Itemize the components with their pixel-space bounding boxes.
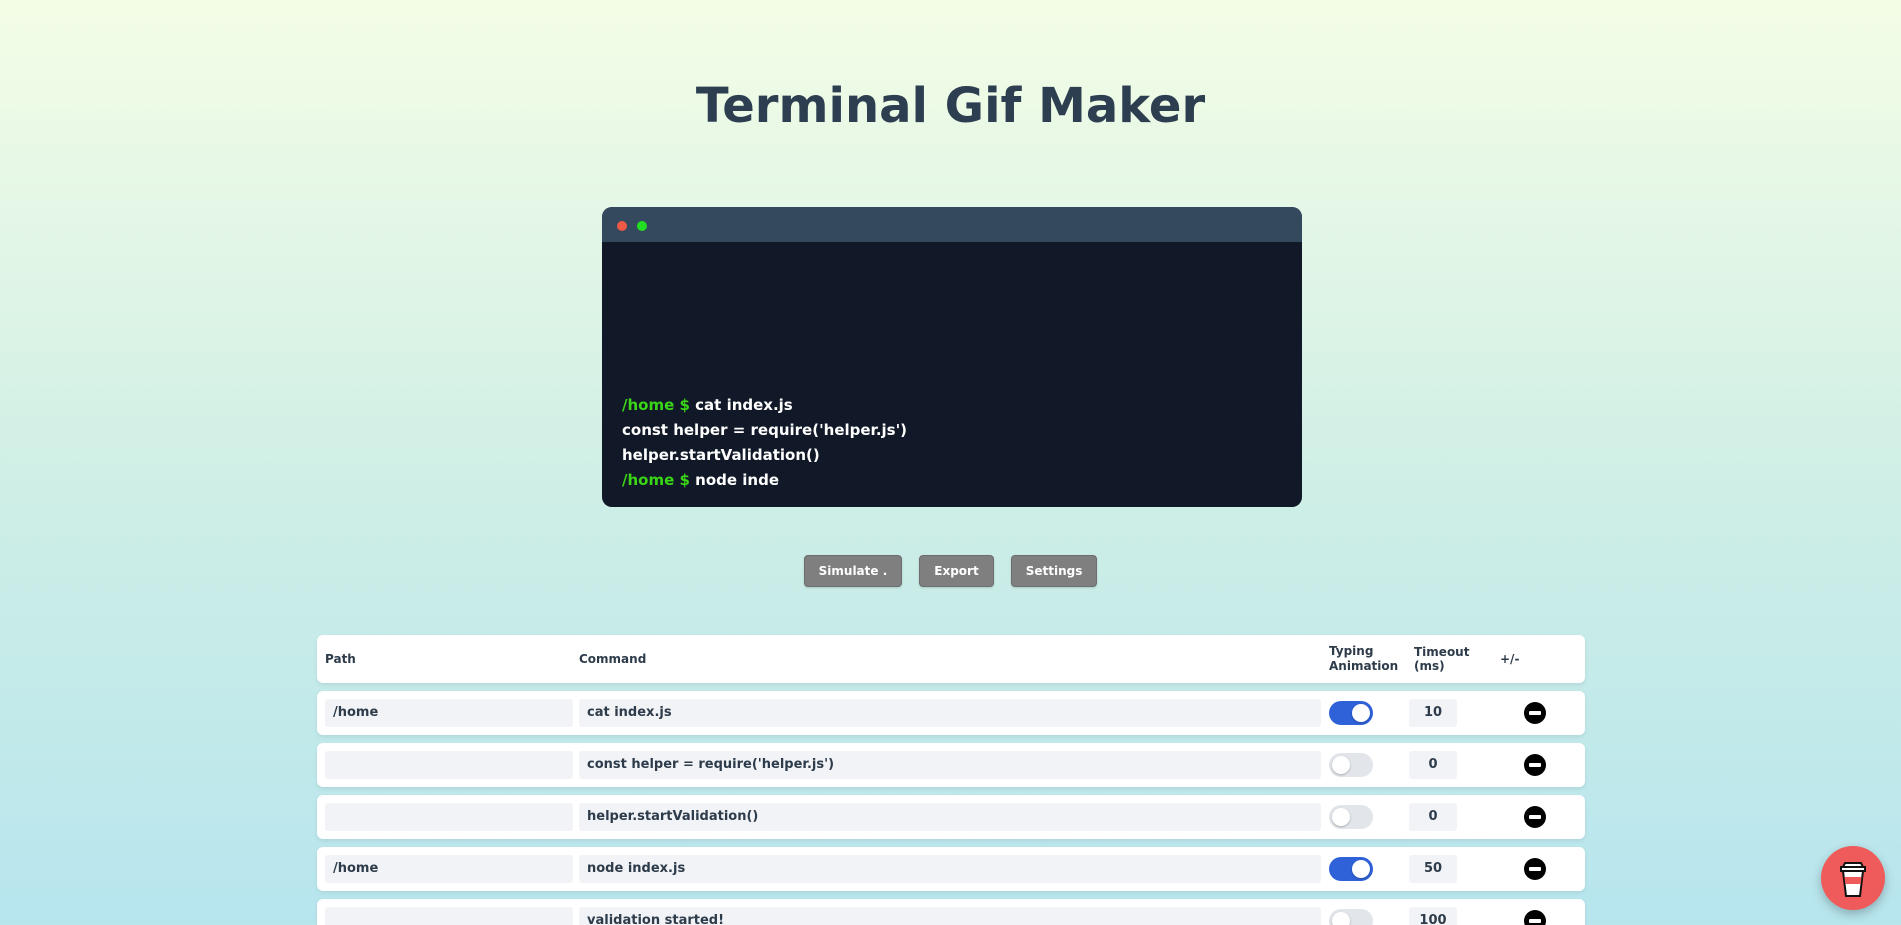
- path-input[interactable]: /home: [325, 699, 573, 727]
- remove-row-icon[interactable]: [1524, 702, 1546, 724]
- terminal-prompt: /home $: [622, 396, 690, 414]
- remove-row-icon[interactable]: [1524, 858, 1546, 880]
- timeout-input[interactable]: 50: [1409, 855, 1457, 883]
- terminal-output: /home $ cat index.js const helper = requ…: [622, 393, 1282, 493]
- path-input[interactable]: [325, 803, 573, 831]
- close-dot-icon: [617, 221, 627, 231]
- terminal-text: const helper = require('helper.js'): [622, 421, 908, 439]
- timeout-input[interactable]: 10: [1409, 699, 1457, 727]
- command-input[interactable]: const helper = require('helper.js'): [579, 751, 1321, 779]
- maximize-dot-icon: [637, 221, 647, 231]
- export-button[interactable]: Export: [919, 555, 994, 587]
- timeout-input[interactable]: 0: [1409, 751, 1457, 779]
- buy-me-a-coffee-button[interactable]: [1821, 846, 1885, 910]
- typing-animation-toggle[interactable]: [1329, 909, 1373, 925]
- terminal-preview: /home $ cat index.js const helper = requ…: [602, 207, 1302, 507]
- toggle-knob: [1352, 704, 1370, 722]
- table-row: const helper = require('helper.js') 0: [317, 743, 1585, 787]
- toggle-knob: [1352, 860, 1370, 878]
- terminal-text: cat index.js: [689, 396, 793, 414]
- header-typing-animation: Typing Animation: [1329, 644, 1399, 674]
- header-path: Path: [325, 652, 356, 666]
- typing-animation-toggle[interactable]: [1329, 805, 1373, 829]
- table-row: validation started! 100: [317, 899, 1585, 925]
- toggle-knob: [1332, 808, 1350, 826]
- terminal-text: helper.startValidation(): [622, 446, 820, 464]
- toolbar: Simulate . Export Settings: [0, 555, 1901, 587]
- terminal-line: /home $ node inde: [622, 468, 1282, 493]
- remove-row-icon[interactable]: [1524, 754, 1546, 776]
- terminal-titlebar: [602, 207, 1302, 242]
- path-input[interactable]: /home: [325, 855, 573, 883]
- header-typing-line1: Typing: [1329, 644, 1374, 658]
- settings-button[interactable]: Settings: [1010, 555, 1098, 587]
- toggle-knob: [1332, 756, 1350, 774]
- terminal-line: const helper = require('helper.js'): [622, 418, 1282, 443]
- command-input[interactable]: node index.js: [579, 855, 1321, 883]
- header-typing-line2: Animation: [1329, 659, 1399, 673]
- page-title: Terminal Gif Maker: [695, 78, 1206, 134]
- terminal-text: node inde: [689, 471, 780, 489]
- timeout-input[interactable]: 100: [1409, 907, 1457, 925]
- remove-row-icon[interactable]: [1524, 910, 1546, 925]
- header-timeout: Timeout (ms): [1414, 645, 1470, 673]
- toggle-knob: [1332, 912, 1350, 925]
- table-row: helper.startValidation() 0: [317, 795, 1585, 839]
- path-input[interactable]: [325, 907, 573, 925]
- header-command: Command: [579, 652, 647, 666]
- header-add-remove: +/-: [1500, 652, 1520, 666]
- commands-table: Path Command Typing Animation Timeout (ms…: [317, 635, 1585, 925]
- terminal-line: /home $ cat index.js: [622, 393, 1282, 418]
- table-header: Path Command Typing Animation Timeout (ms…: [317, 635, 1585, 683]
- remove-row-icon[interactable]: [1524, 806, 1546, 828]
- typing-animation-toggle[interactable]: [1329, 857, 1373, 881]
- typing-animation-toggle[interactable]: [1329, 753, 1373, 777]
- command-input[interactable]: validation started!: [579, 907, 1321, 925]
- command-input[interactable]: cat index.js: [579, 699, 1321, 727]
- timeout-input[interactable]: 0: [1409, 803, 1457, 831]
- path-input[interactable]: [325, 751, 573, 779]
- simulate-button[interactable]: Simulate .: [803, 555, 903, 587]
- terminal-line: helper.startValidation(): [622, 443, 1282, 468]
- table-row: /home node index.js 50: [317, 847, 1585, 891]
- typing-animation-toggle[interactable]: [1329, 701, 1373, 725]
- table-row: /home cat index.js 10: [317, 691, 1585, 735]
- terminal-prompt: /home $: [622, 471, 690, 489]
- coffee-cup-icon: [1840, 862, 1866, 897]
- command-input[interactable]: helper.startValidation(): [579, 803, 1321, 831]
